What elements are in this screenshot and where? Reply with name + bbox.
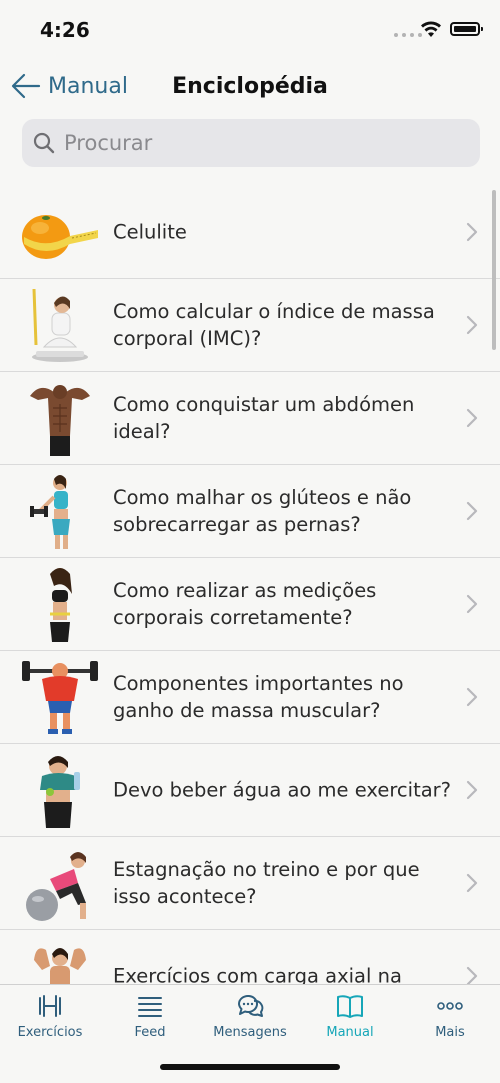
tab-feed[interactable]: Feed	[100, 991, 200, 1051]
woman-dumbbell-thumbnail	[30, 475, 70, 549]
chevron-right-icon	[466, 594, 478, 614]
woman-water-bottle-thumbnail	[40, 756, 80, 828]
woman-exercise-ball-thumbnail	[26, 852, 86, 921]
cartoon-bodybuilder-thumbnail	[22, 661, 98, 734]
chevron-right-icon	[466, 966, 478, 984]
tab-manual[interactable]: Manual	[300, 991, 400, 1051]
more-dots-icon	[437, 1002, 463, 1010]
list-item[interactable]: Componentes importantes no ganho de mass…	[0, 651, 500, 744]
search-input[interactable]	[62, 130, 466, 156]
chevron-right-icon	[466, 408, 478, 428]
tab-label: Manual	[326, 1025, 374, 1040]
tab-mensagens[interactable]: Mensagens	[200, 991, 300, 1051]
man-abs-thumbnail	[30, 385, 90, 456]
list-item-label: Como realizar as medições corporais corr…	[113, 579, 377, 629]
orange-measuring-tape-thumbnail	[22, 215, 98, 259]
tab-label: Exercícios	[17, 1025, 83, 1040]
book-icon	[337, 995, 363, 1018]
list-item-label: Celulite	[113, 220, 187, 244]
list-item[interactable]: Como calcular o índice de massa corporal…	[0, 279, 500, 372]
list-item-label: Como calcular o índice de massa corporal…	[113, 300, 435, 350]
chevron-right-icon	[466, 873, 478, 893]
list-item[interactable]: Como malhar os glúteos e não sobrecarreg…	[0, 465, 500, 558]
list-item[interactable]: Estagnação no treino e por que isso acon…	[0, 837, 500, 930]
list-item-label: Componentes importantes no ganho de mass…	[113, 672, 404, 722]
list-item[interactable]: Celulite	[0, 186, 500, 279]
status-bar: 4:26	[0, 0, 500, 60]
woman-on-scale-thumbnail	[32, 288, 88, 362]
tab-exercicios[interactable]: Exercícios	[0, 991, 100, 1051]
status-time: 4:26	[40, 18, 90, 42]
list-scrollbar[interactable]	[492, 190, 496, 350]
tab-label: Mais	[435, 1025, 465, 1040]
home-indicator	[160, 1064, 340, 1070]
battery-icon	[450, 22, 483, 36]
list-item[interactable]: Como realizar as medições corporais corr…	[0, 558, 500, 651]
page-title: Enciclopédia	[172, 74, 328, 99]
chevron-right-icon	[466, 222, 478, 242]
encyclopedia-list[interactable]: Celulite Como calcular o índice de massa…	[0, 186, 500, 984]
tab-label: Mensagens	[213, 1025, 287, 1040]
list-item-label: Estagnação no treino e por que isso acon…	[113, 858, 420, 908]
tab-label: Feed	[134, 1025, 166, 1040]
list-item[interactable]: Devo beber água ao me exercitar?	[0, 744, 500, 837]
list-item-label: Exercícios com carga axial na	[113, 964, 402, 985]
list-item-label: Devo beber água ao me exercitar?	[113, 778, 452, 802]
screen: 4:26 Manual Enciclopédia Procurar Celuli…	[0, 0, 500, 1083]
list-item[interactable]: Como conquistar um abdómen ideal?	[0, 372, 500, 465]
woman-flexing-thumbnail	[34, 948, 86, 984]
tab-mais[interactable]: Mais	[400, 991, 500, 1051]
wifi-icon	[421, 21, 441, 37]
list-item-label: Como malhar os glúteos e não sobrecarreg…	[113, 486, 412, 536]
dumbbell-icon	[39, 995, 61, 1017]
list-item[interactable]: Exercícios com carga axial na	[0, 930, 500, 984]
search-icon	[33, 132, 55, 154]
chat-bubbles-icon	[237, 994, 264, 1017]
cellular-signal-icon	[394, 33, 422, 37]
list-item-label: Como conquistar um abdómen ideal?	[113, 393, 415, 443]
chevron-right-icon	[466, 687, 478, 707]
feed-lines-icon	[138, 997, 162, 1017]
search-bar[interactable]	[22, 119, 480, 167]
chevron-right-icon	[466, 780, 478, 800]
chevron-right-icon	[466, 315, 478, 335]
navigation-bar: Manual Enciclopédia	[0, 62, 500, 116]
woman-measuring-waist-thumbnail	[50, 568, 72, 642]
chevron-right-icon	[466, 501, 478, 521]
